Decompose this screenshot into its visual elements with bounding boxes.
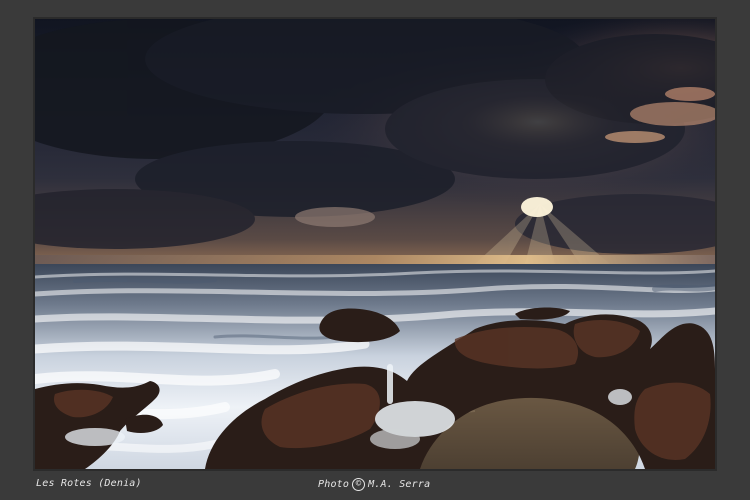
photo-credit: Photo © M.A. Serra [318, 478, 430, 491]
location-text: Les Rotes (Denia) [36, 478, 142, 489]
seascape-photo [35, 19, 715, 469]
credit-name: M.A. Serra [368, 479, 431, 490]
horizon-line [35, 255, 715, 265]
location-caption: Les Rotes (Denia) [36, 478, 142, 489]
sunburst [521, 197, 553, 217]
credit-prefix: Photo [318, 479, 350, 490]
copyright-icon: © [352, 478, 366, 491]
